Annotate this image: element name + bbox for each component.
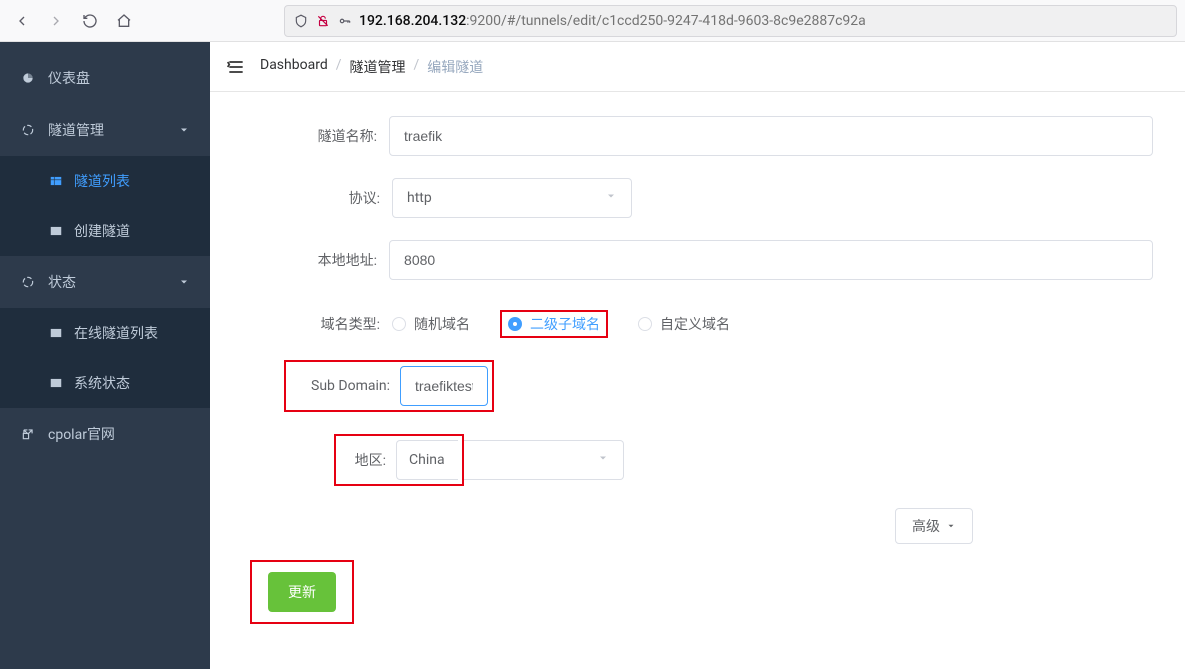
chevron-down-icon <box>178 124 190 136</box>
table-icon <box>48 326 64 340</box>
sidebar-item-label: 状态 <box>48 272 76 292</box>
sidebar-item-create-tunnel[interactable]: 创建隧道 <box>0 206 210 256</box>
breadcrumb-dashboard[interactable]: Dashboard <box>260 57 328 77</box>
highlight-box: 更新 <box>250 560 354 624</box>
loader-icon <box>20 123 36 137</box>
region-label: 地区: <box>340 450 386 470</box>
browser-toolbar: 192.168.204.132:9200/#/tunnels/edit/c1cc… <box>0 0 1185 42</box>
chevron-down-icon <box>178 276 190 288</box>
topbar: Dashboard / 隧道管理 / 编辑隧道 <box>210 42 1185 92</box>
update-button[interactable]: 更新 <box>268 572 336 612</box>
sidebar-item-online-tunnels[interactable]: 在线隧道列表 <box>0 308 210 358</box>
home-button[interactable] <box>110 7 138 35</box>
sidebar-item-system-status[interactable]: 系统状态 <box>0 358 210 408</box>
shield-icon <box>293 13 309 29</box>
protocol-label: 协议: <box>242 188 392 208</box>
sidebar-item-label: 隧道列表 <box>74 171 130 191</box>
url-path: :9200/#/tunnels/edit/c1ccd250-9247-418d-… <box>466 13 866 29</box>
local-address-input[interactable] <box>389 240 1153 280</box>
table-icon <box>48 224 64 238</box>
tunnel-name-input[interactable] <box>389 116 1153 156</box>
highlight-box: 地区: China <box>334 434 464 486</box>
table-icon <box>48 174 64 188</box>
sub-domain-label: Sub Domain: <box>290 378 390 394</box>
back-button[interactable] <box>8 7 36 35</box>
domain-type-custom-radio[interactable]: 自定义域名 <box>638 310 730 338</box>
collapse-menu-icon[interactable] <box>226 57 246 77</box>
sidebar-item-label: 在线隧道列表 <box>74 323 158 343</box>
radio-label: 自定义域名 <box>660 314 730 334</box>
reload-button[interactable] <box>76 7 104 35</box>
breadcrumb-tunnels[interactable]: 隧道管理 <box>350 57 406 77</box>
sidebar-item-label: 仪表盘 <box>48 68 90 88</box>
external-link-icon <box>20 427 36 441</box>
main-panel: Dashboard / 隧道管理 / 编辑隧道 隧道名称: 协议: http 本… <box>210 42 1185 669</box>
protocol-value: http <box>407 190 432 206</box>
sidebar-item-label: 系统状态 <box>74 373 130 393</box>
caret-down-icon <box>946 521 956 531</box>
breadcrumb-current: 编辑隧道 <box>427 57 483 77</box>
local-address-label: 本地地址: <box>242 250 389 270</box>
sidebar-item-cpolar-site[interactable]: cpolar官网 <box>0 408 210 460</box>
sidebar-item-label: 创建隧道 <box>74 221 130 241</box>
advanced-label: 高级 <box>912 516 940 536</box>
highlight-box: 二级子域名 <box>500 310 608 338</box>
sub-domain-input[interactable] <box>400 366 488 406</box>
radio-label: 随机域名 <box>414 314 470 334</box>
region-value: China <box>396 440 458 480</box>
sidebar-group-status[interactable]: 状态 <box>0 256 210 308</box>
forward-button[interactable] <box>42 7 70 35</box>
sidebar-item-label: cpolar官网 <box>48 424 115 444</box>
domain-type-random-radio[interactable]: 随机域名 <box>392 310 470 338</box>
region-select[interactable] <box>464 440 624 480</box>
key-icon <box>337 13 353 29</box>
sidebar-item-tunnel-list[interactable]: 隧道列表 <box>0 156 210 206</box>
domain-type-subdomain-radio[interactable]: 二级子域名 <box>508 314 600 334</box>
protocol-select[interactable]: http <box>392 178 632 218</box>
sidebar: 仪表盘 隧道管理 隧道列表 创建隧道 状态 在线隧道列表 <box>0 42 210 669</box>
table-icon <box>48 376 64 390</box>
loader-icon <box>20 275 36 289</box>
sidebar-item-label: 隧道管理 <box>48 120 104 140</box>
domain-type-label: 域名类型: <box>242 314 392 334</box>
chevron-down-icon <box>597 452 609 468</box>
sidebar-group-tunnels[interactable]: 隧道管理 <box>0 104 210 156</box>
lock-slash-icon <box>315 13 331 29</box>
radio-label: 二级子域名 <box>530 314 600 334</box>
chevron-down-icon <box>605 190 617 206</box>
address-bar[interactable]: 192.168.204.132:9200/#/tunnels/edit/c1cc… <box>284 5 1177 37</box>
gauge-icon <box>20 71 36 85</box>
highlight-box: Sub Domain: <box>284 360 494 412</box>
sidebar-item-dashboard[interactable]: 仪表盘 <box>0 52 210 104</box>
url-host: 192.168.204.132 <box>359 13 466 29</box>
breadcrumb: Dashboard / 隧道管理 / 编辑隧道 <box>260 57 483 77</box>
tunnel-name-label: 隧道名称: <box>242 126 389 146</box>
edit-tunnel-form: 隧道名称: 协议: http 本地地址: 域名类型: 随机域名 <box>210 92 1185 648</box>
advanced-button[interactable]: 高级 <box>895 508 973 544</box>
